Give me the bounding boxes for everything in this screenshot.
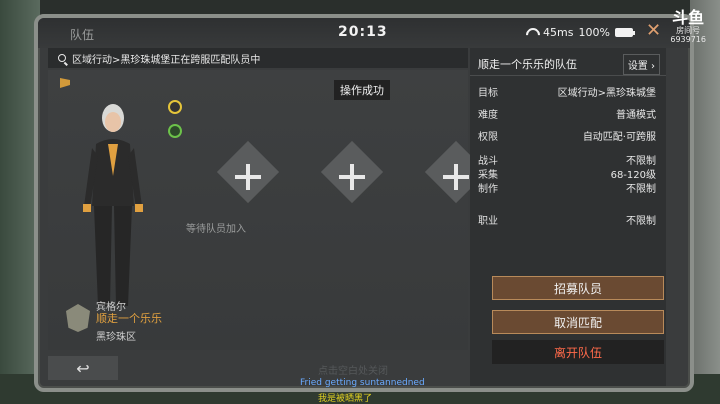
info-row-difficulty: 难度 普通模式	[478, 106, 656, 121]
window-title: 队伍	[70, 28, 95, 42]
stream-logo: 斗鱼 房间号 6939716	[670, 8, 706, 45]
team-info-panel: 顺走一个乐乐的队伍 设置 › 目标 区域行动>黑珍珠城堡 难度 普通模式 权限 自动匹…	[470, 48, 666, 386]
room-number: 6939716	[670, 35, 706, 44]
device-frame: 队伍 20:13 45ms 100% ✕ 等待队员加入 宾格尔 顺走一个乐乐 黑…	[34, 14, 694, 392]
cancel-match-button[interactable]: 取消匹配	[492, 310, 664, 334]
subtitle-english: Fried getting suntannedned	[300, 378, 425, 388]
row-value: 不限制	[626, 156, 656, 167]
row-value: 68-120级	[610, 170, 656, 181]
row-value: 区域行动>黑珍珠城堡	[557, 88, 656, 99]
info-row-permission: 权限 自动匹配·可跨服	[478, 128, 656, 143]
gold-badge-icon	[168, 100, 182, 114]
toast-message: 操作成功	[334, 80, 390, 100]
leave-team-button[interactable]: 离开队伍	[492, 340, 664, 364]
clock: 20:13	[338, 24, 388, 40]
green-badge-icon	[168, 124, 182, 138]
close-icon[interactable]: ✕	[646, 22, 661, 40]
settings-button[interactable]: 设置 ›	[622, 54, 660, 75]
search-icon	[58, 54, 66, 62]
wifi-icon	[526, 28, 538, 38]
top-bar: 队伍 20:13 45ms 100% ✕	[38, 18, 690, 48]
close-hint: 点击空白处关闭	[318, 366, 388, 377]
add-member-icon[interactable]	[441, 162, 471, 192]
row-key: 战斗	[478, 156, 498, 167]
row-key: 制作	[478, 184, 498, 195]
add-member-icon[interactable]	[337, 162, 367, 192]
row-value: 自动匹配·可跨服	[582, 132, 656, 143]
row-key: 目标	[478, 88, 498, 99]
character-model	[83, 104, 143, 306]
info-row-class: 职业 不限制	[478, 212, 656, 227]
add-member-icon[interactable]	[233, 162, 263, 192]
recruit-button[interactable]: 招募队员	[492, 276, 664, 300]
row-key: 采集	[478, 170, 498, 181]
team-title: 顺走一个乐乐的队伍	[478, 58, 577, 71]
status-area: 45ms 100%	[526, 26, 635, 39]
player-team-name: 顺走一个乐乐	[96, 312, 162, 325]
team-info-header: 顺走一个乐乐的队伍 设置 ›	[470, 48, 666, 76]
back-button[interactable]: ↩	[48, 356, 118, 380]
row-value: 普通模式	[616, 110, 656, 121]
battery-text: 100%	[578, 26, 610, 39]
battery-icon	[614, 28, 635, 37]
leader-flag-icon	[60, 78, 70, 88]
matching-status-bar: 区域行动>黑珍珠城堡正在跨服匹配队员中	[48, 48, 468, 68]
waiting-label: 等待队员加入	[186, 224, 246, 235]
back-arrow-icon: ↩	[76, 358, 90, 378]
ping-text: 45ms	[543, 26, 574, 39]
info-row-combat: 战斗 不限制	[478, 152, 656, 167]
room-label: 房间号	[676, 26, 701, 35]
matching-status-text: 区域行动>黑珍珠城堡正在跨服匹配队员中	[72, 54, 261, 66]
background-right	[690, 0, 720, 404]
row-value: 不限制	[626, 216, 656, 227]
subtitle-chinese: 我是被晒黑了	[318, 394, 373, 404]
row-key: 难度	[478, 110, 498, 121]
info-row-gather: 采集 68-120级	[478, 166, 656, 181]
info-row-craft: 制作 不限制	[478, 180, 656, 195]
settings-label: 设置	[627, 61, 648, 72]
team-slots-panel: 等待队员加入 宾格尔 顺走一个乐乐 黑珍珠区	[48, 70, 488, 350]
player-zone: 黑珍珠区	[96, 332, 136, 343]
row-key: 职业	[478, 216, 498, 227]
info-row-target: 目标 区域行动>黑珍珠城堡	[478, 84, 656, 99]
row-value: 不限制	[626, 184, 656, 195]
brand-logo: 斗鱼	[672, 8, 705, 27]
row-key: 权限	[478, 132, 498, 143]
